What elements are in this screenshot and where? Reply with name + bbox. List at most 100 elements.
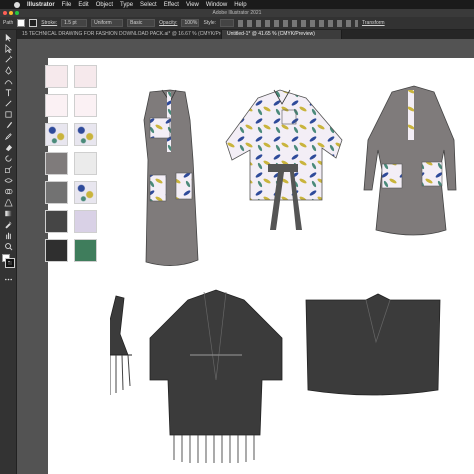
align-icons[interactable]: [238, 19, 358, 27]
line-tool[interactable]: [2, 98, 14, 108]
hand-tool[interactable]: [2, 230, 14, 240]
swatch-pink-lighter[interactable]: [45, 94, 68, 117]
transform-link[interactable]: Transform: [362, 20, 385, 26]
paintbrush-tool[interactable]: [2, 120, 14, 130]
apple-icon[interactable]: [14, 1, 20, 8]
swatch-light-grey[interactable]: [74, 152, 97, 175]
curvature-icon: [4, 79, 12, 84]
swatch-dark-grey[interactable]: [45, 210, 68, 233]
eyedropper-tool[interactable]: [2, 219, 14, 229]
style-dropdown[interactable]: [220, 19, 234, 27]
garment-poncho[interactable]: [305, 293, 441, 396]
fill-stroke-widget[interactable]: [2, 254, 15, 268]
close-window-button[interactable]: [3, 11, 7, 15]
tab-technical-drawing[interactable]: 15 TECHNICAL DRAWING FOR FASHION DOWNLOA…: [17, 30, 222, 39]
swatch-pink-light-2[interactable]: [74, 65, 97, 88]
window-title: Adobe Illustrator 2021: [212, 10, 262, 16]
garment-long-sleeve-dress[interactable]: [363, 85, 457, 236]
type-tool[interactable]: [2, 87, 14, 97]
shape-builder-tool[interactable]: [2, 186, 14, 196]
swatch-grey[interactable]: [45, 181, 68, 204]
rotate-icon: [4, 154, 12, 162]
pen-icon: [4, 65, 12, 75]
document-tabs: 15 TECHNICAL DRAWING FOR FASHION DOWNLOA…: [17, 30, 474, 39]
opacity-label[interactable]: Opacity:: [159, 20, 177, 26]
menu-help[interactable]: Help: [234, 2, 246, 8]
line-segment-icon: [4, 99, 12, 107]
stroke-label[interactable]: Stroke:: [41, 20, 57, 26]
opacity-field[interactable]: 100%: [181, 19, 200, 27]
scale-tool[interactable]: [2, 164, 14, 174]
menu-file[interactable]: File: [62, 2, 72, 8]
fashion-flats-illustration[interactable]: [110, 80, 460, 470]
curvature-tool[interactable]: [2, 76, 14, 86]
swatch-leaf-print-3[interactable]: [74, 181, 97, 204]
fill-swatch[interactable]: [17, 19, 26, 27]
swatch-pink-lighter-2[interactable]: [74, 94, 97, 117]
edit-toolbar-button[interactable]: [2, 274, 14, 284]
menu-app[interactable]: Illustrator: [27, 2, 55, 8]
menu-window[interactable]: Window: [206, 2, 227, 8]
stroke-weight-value: 1.5 pt: [64, 20, 77, 26]
variable-width-dropdown[interactable]: Uniform: [91, 19, 124, 27]
rectangle-tool[interactable]: [2, 109, 14, 119]
brush-value: Basic: [130, 20, 143, 26]
swatch-pink-light[interactable]: [45, 65, 68, 88]
scale-icon: [4, 165, 12, 173]
pencil-icon: [4, 132, 12, 140]
minimize-window-button[interactable]: [9, 11, 13, 15]
pen-tool[interactable]: [2, 65, 14, 75]
zoom-tool[interactable]: [2, 241, 14, 251]
gradient-icon: [4, 210, 12, 216]
garment-kimono-cardigan[interactable]: [149, 289, 283, 463]
magnifier-icon: [4, 242, 12, 250]
direct-selection-arrow-icon: [4, 43, 12, 53]
stroke-color-icon: [5, 258, 15, 268]
eraser-icon: [5, 144, 12, 151]
menu-view[interactable]: View: [186, 2, 199, 8]
type-t-icon: [5, 88, 11, 96]
rotate-tool[interactable]: [2, 153, 14, 163]
selection-arrow-icon: [5, 33, 11, 42]
opacity-value: 100%: [184, 20, 198, 26]
menu-select[interactable]: Select: [140, 2, 157, 8]
menu-type[interactable]: Type: [120, 2, 133, 8]
gradient-tool[interactable]: [2, 208, 14, 218]
selection-type-label: Path: [3, 20, 14, 26]
swatch-leaf-print-2[interactable]: [74, 123, 97, 146]
perspective-grid-icon: [3, 198, 13, 206]
garment-sleeveless-shirt-dress[interactable]: [143, 89, 199, 266]
swatch-print-purple[interactable]: [74, 210, 97, 233]
selection-tool[interactable]: [2, 32, 14, 42]
swatch-mid-grey[interactable]: [45, 152, 68, 175]
swatch-green[interactable]: [74, 239, 97, 262]
stroke-weight-field[interactable]: 1.5 pt: [61, 19, 88, 27]
eraser-tool[interactable]: [2, 142, 14, 152]
direct-selection-tool[interactable]: [2, 43, 14, 53]
rectangle-icon: [4, 110, 12, 118]
tab-untitled[interactable]: Untitled-1* @ 41.65 % (CMYK/Preview): [222, 30, 342, 39]
perspective-tool[interactable]: [2, 197, 14, 207]
window-title-bar: Adobe Illustrator 2021: [0, 9, 474, 17]
hand-icon: [5, 232, 11, 239]
brush-dropdown[interactable]: Basic: [127, 19, 156, 27]
garment-fringe-halter-top[interactable]: [110, 295, 132, 395]
more-dots-icon: [4, 278, 12, 280]
eyedropper-icon: [4, 221, 11, 229]
pencil-tool[interactable]: [2, 131, 14, 141]
swatch-leaf-print[interactable]: [45, 123, 68, 146]
variable-width-value: Uniform: [94, 20, 112, 26]
menu-effect[interactable]: Effect: [164, 2, 179, 8]
menu-object[interactable]: Object: [96, 2, 113, 8]
stroke-swatch[interactable]: [29, 19, 38, 27]
menu-edit[interactable]: Edit: [78, 2, 88, 8]
zoom-window-button[interactable]: [15, 11, 19, 15]
garment-printed-blouse[interactable]: [225, 89, 343, 230]
window-controls: [3, 11, 19, 15]
swatch-charcoal[interactable]: [45, 239, 68, 262]
magic-wand-tool[interactable]: [2, 54, 14, 64]
paintbrush-icon: [6, 121, 12, 128]
tools-panel: [0, 30, 17, 474]
width-tool[interactable]: [2, 175, 14, 185]
width-icon: [4, 177, 13, 183]
